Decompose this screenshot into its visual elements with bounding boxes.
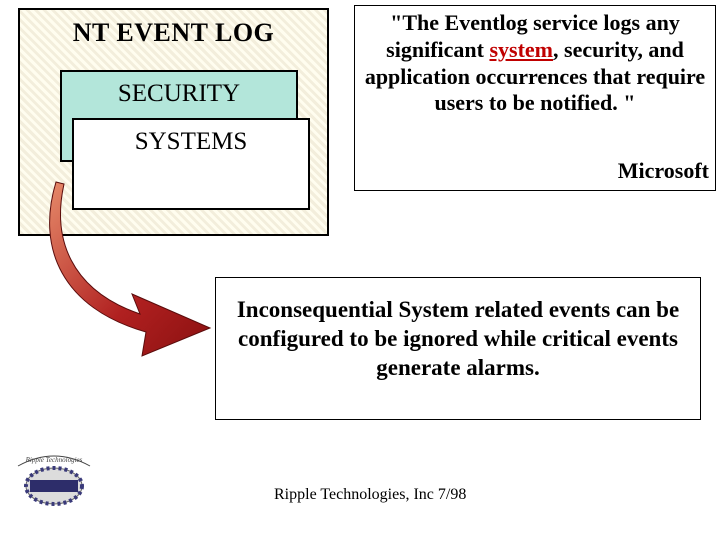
- security-card-label: SECURITY: [62, 80, 296, 108]
- quote-box: "The Eventlog service logs any significa…: [354, 5, 716, 191]
- curved-arrow-icon: [42, 178, 222, 358]
- footer-text: Ripple Technologies, Inc 7/98: [274, 486, 466, 504]
- nt-event-log-title: NT EVENT LOG: [20, 18, 327, 48]
- quote-text: "The Eventlog service logs any significa…: [363, 10, 707, 117]
- callout-box: Inconsequential System related events ca…: [215, 277, 701, 420]
- svg-text:Ripple Technologies: Ripple Technologies: [25, 456, 83, 464]
- quote-highlight: system: [489, 37, 553, 62]
- quote-attribution: Microsoft: [618, 158, 709, 184]
- systems-card-label: SYSTEMS: [74, 128, 308, 156]
- callout-text: Inconsequential System related events ca…: [236, 296, 680, 382]
- ripple-logo-icon: Ripple Technologies: [12, 452, 96, 510]
